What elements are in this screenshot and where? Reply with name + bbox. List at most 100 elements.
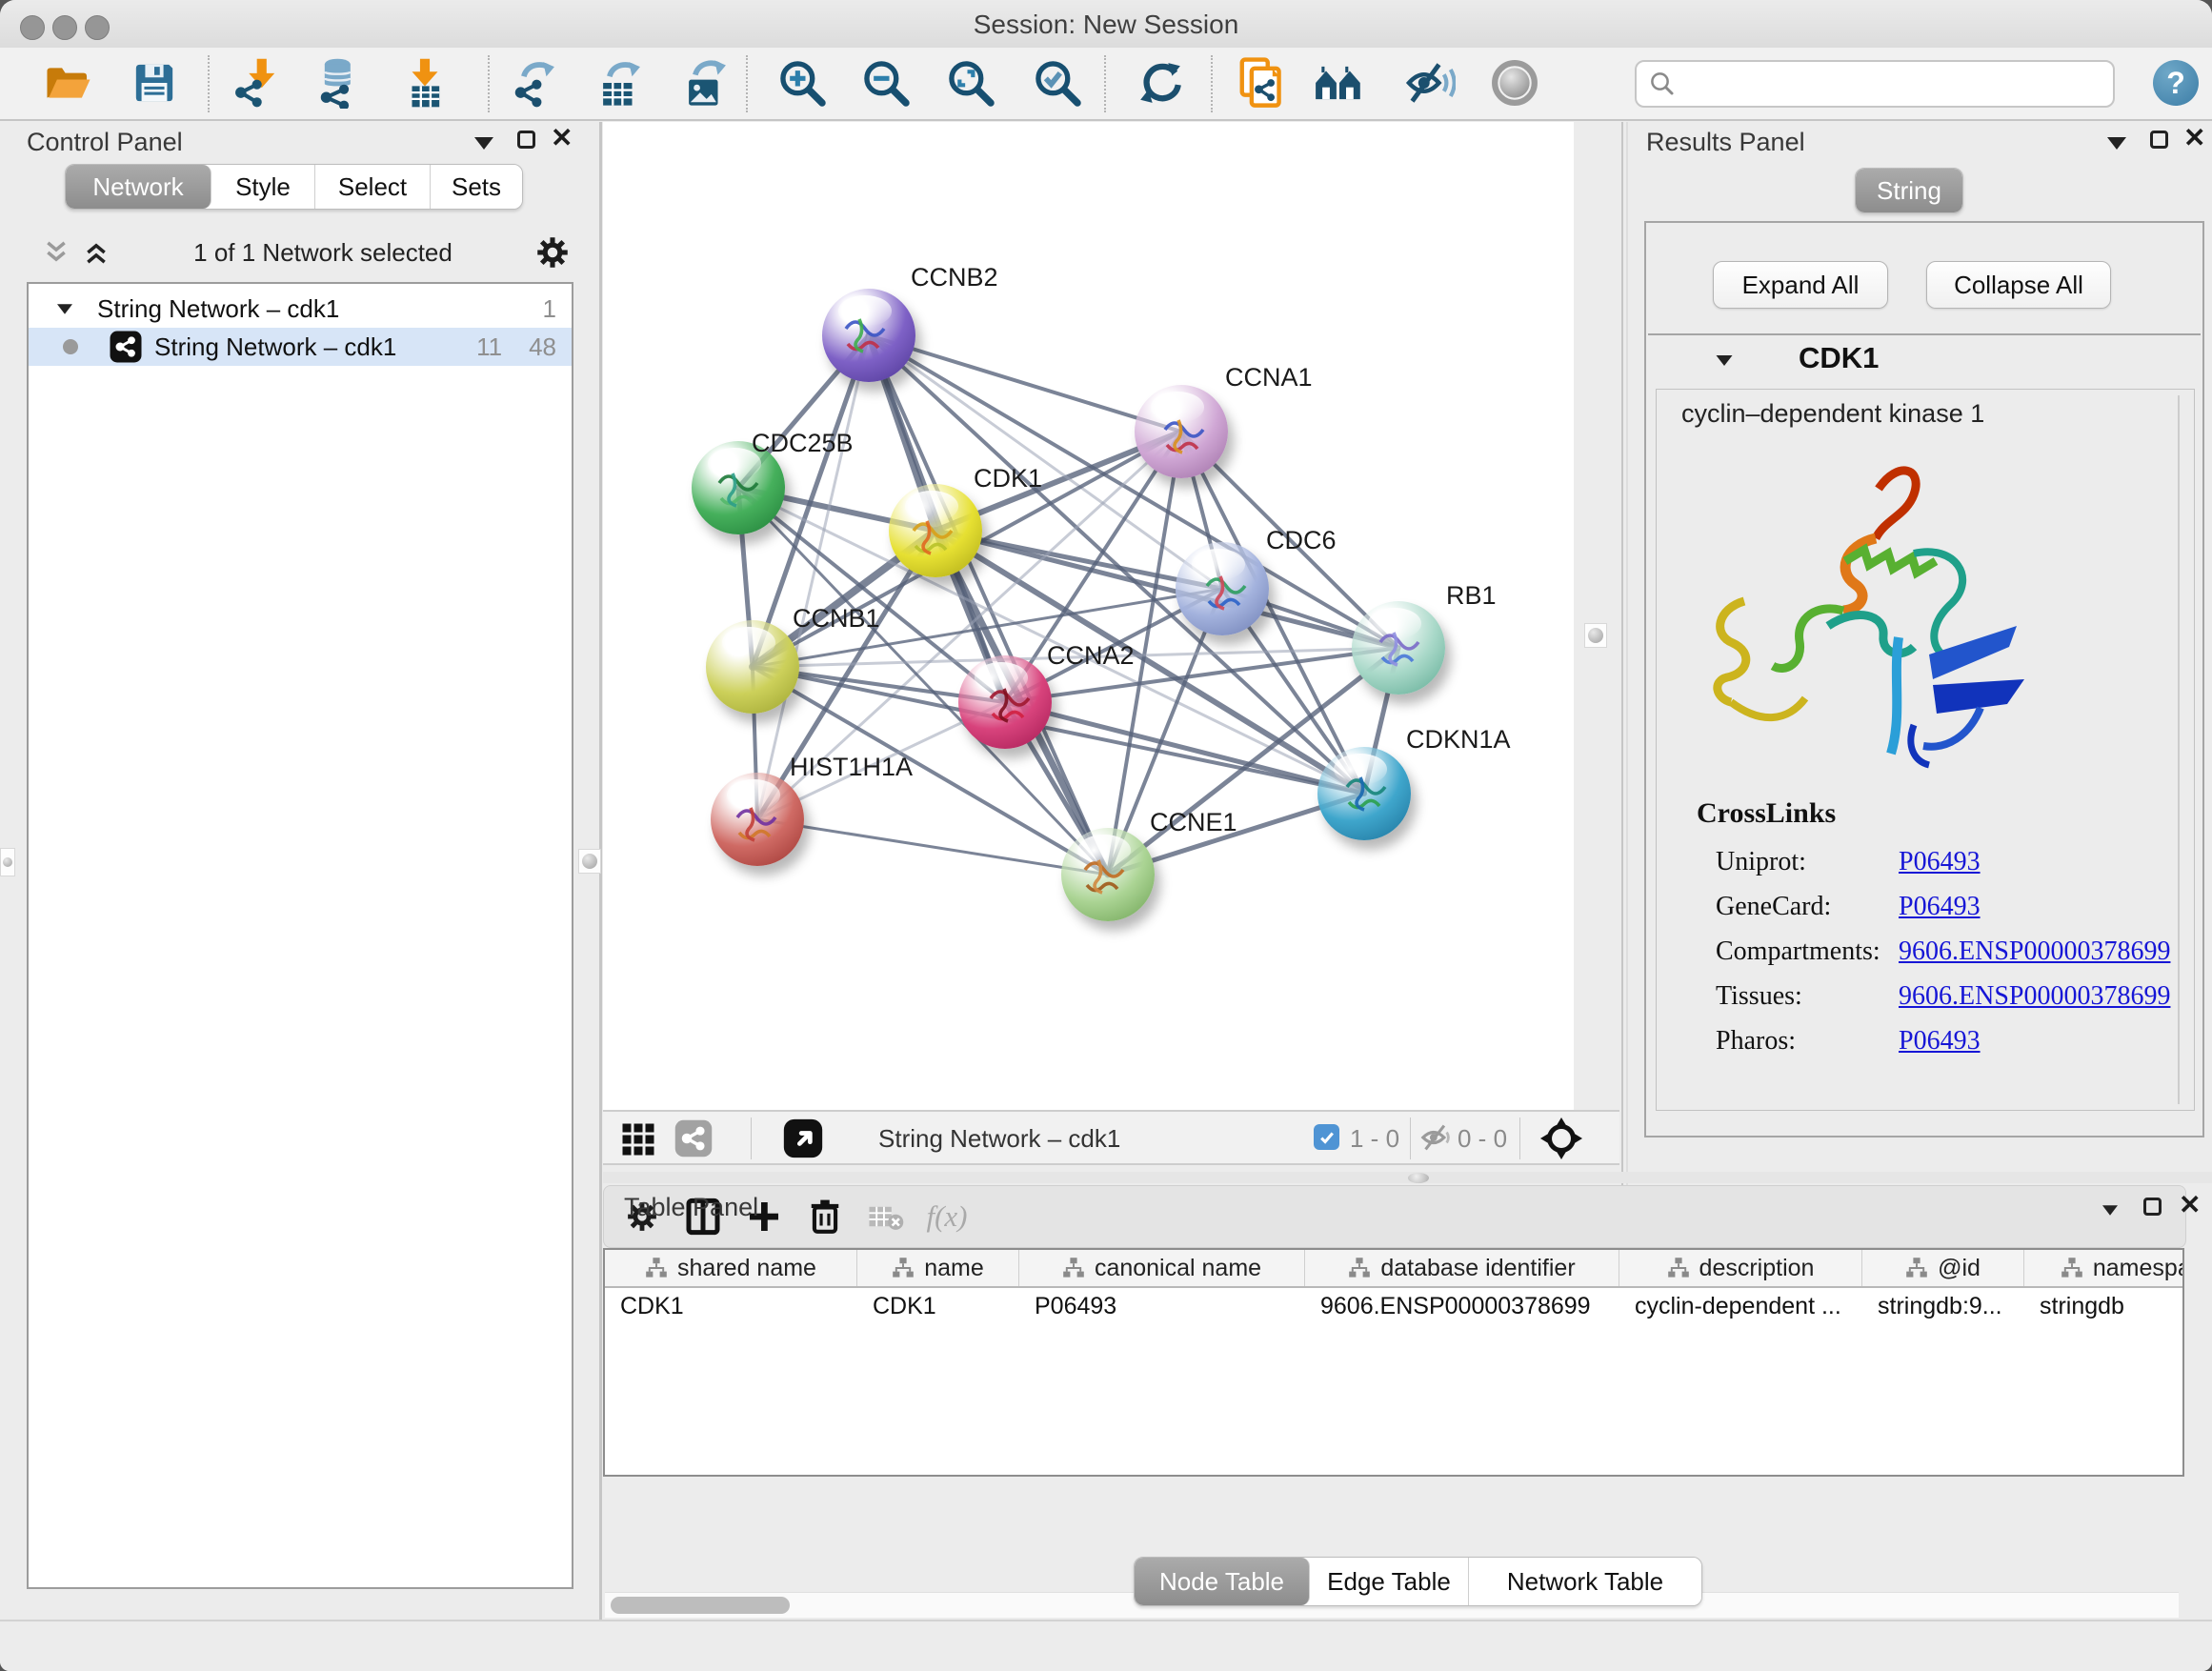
tab-node-table[interactable]: Node Table: [1135, 1558, 1310, 1605]
panel-close-icon[interactable]: ✕: [551, 128, 573, 149]
protein-structure-thumbnail: [711, 773, 804, 866]
node-label-CDKN1A: CDKN1A: [1406, 725, 1511, 755]
tree-expand-caret-icon[interactable]: [57, 304, 72, 313]
panel-menu-icon[interactable]: [2102, 1205, 2118, 1215]
network-node-CDC6[interactable]: [1176, 542, 1269, 635]
panel-float-icon[interactable]: [2143, 1198, 2162, 1216]
network-row-selected[interactable]: String Network – cdk1 11 48: [29, 328, 572, 366]
network-view-canvas[interactable]: CCNB2CCNA1CDC25BCDK1CDC6RB1CCNB1CCNA2CDK…: [603, 122, 1574, 1110]
hidden-eye-icon[interactable]: [1420, 1123, 1455, 1152]
table-panel-splitter-handle[interactable]: [1408, 1173, 1429, 1183]
apply-layout-icon[interactable]: [1134, 56, 1187, 110]
table-cell[interactable]: P06493: [1019, 1288, 1305, 1324]
zoom-selected-icon[interactable]: [1031, 56, 1084, 110]
crosslink-value-link[interactable]: 9606.ENSP00000378699: [1899, 981, 2170, 1012]
tab-style[interactable]: Style: [211, 165, 315, 209]
expand-all-icon[interactable]: [82, 240, 111, 265]
table-cell[interactable]: CDK1: [605, 1288, 857, 1324]
panel-float-icon[interactable]: [517, 131, 535, 149]
column-header-database-identifier[interactable]: database identifier: [1305, 1250, 1619, 1286]
tab-network-table[interactable]: Network Table: [1469, 1558, 1701, 1605]
node-label-CCNA1: CCNA1: [1225, 363, 1313, 393]
zoom-out-icon[interactable]: [859, 56, 913, 110]
column-header-@id[interactable]: @id: [1862, 1250, 2024, 1286]
export-image-icon[interactable]: [678, 56, 732, 110]
crosslink-value-link[interactable]: P06493: [1899, 847, 1981, 877]
search-input[interactable]: [1677, 69, 2113, 100]
network-node-CCNB1[interactable]: [706, 620, 799, 714]
section-collapse-caret-icon[interactable]: [1717, 355, 1733, 366]
network-node-CDKN1A[interactable]: [1317, 747, 1411, 840]
network-node-CDK1[interactable]: [889, 484, 982, 577]
hide-glasses-icon[interactable]: [1402, 56, 1456, 110]
export-table-icon[interactable]: [593, 56, 646, 110]
left-edge-splitter-handle[interactable]: [0, 848, 15, 876]
crosslink-value-link[interactable]: P06493: [1899, 892, 1981, 922]
results-panel-splitter-handle[interactable]: [1584, 623, 1607, 648]
zoom-fit-icon[interactable]: [944, 56, 997, 110]
collapse-all-button[interactable]: Collapse All: [1926, 261, 2111, 309]
network-node-CCNA1[interactable]: [1135, 385, 1228, 478]
table-cell[interactable]: CDK1: [857, 1288, 1019, 1324]
save-session-icon[interactable]: [128, 56, 181, 110]
panel-menu-icon[interactable]: [474, 137, 493, 150]
table-cell[interactable]: stringdb: [2024, 1288, 2184, 1324]
tab-sets[interactable]: Sets: [431, 165, 522, 209]
crosslink-value-link[interactable]: P06493: [1899, 1026, 1981, 1057]
network-options-gear-icon[interactable]: [535, 235, 570, 270]
homes-icon[interactable]: [1313, 56, 1366, 110]
network-node-HIST1H1A[interactable]: [711, 773, 804, 866]
export-network-icon[interactable]: [507, 56, 560, 110]
results-panel-splitter[interactable]: [1621, 122, 1623, 1185]
import-table-from-file-icon[interactable]: [398, 56, 452, 110]
delete-column-icon[interactable]: [794, 1190, 855, 1243]
help-icon[interactable]: ?: [2153, 60, 2199, 106]
crosslink-label: Uniprot:: [1716, 847, 1899, 877]
results-scrollbar[interactable]: [2178, 395, 2180, 1104]
network-node-CCNE1[interactable]: [1061, 828, 1155, 921]
column-header-description[interactable]: description: [1619, 1250, 1862, 1286]
panel-menu-icon[interactable]: [2107, 137, 2126, 150]
column-header-shared-name[interactable]: shared name: [605, 1250, 857, 1286]
table-cell[interactable]: stringdb:9...: [1862, 1288, 2024, 1324]
network-node-CCNA2[interactable]: [958, 655, 1052, 749]
clone-network-icon[interactable]: [1235, 56, 1288, 110]
network-collection-row[interactable]: String Network – cdk1 1: [29, 290, 572, 328]
column-header-canonical-name[interactable]: canonical name: [1019, 1250, 1305, 1286]
function-builder-icon[interactable]: f(x): [916, 1190, 977, 1243]
zoom-in-icon[interactable]: [775, 56, 829, 110]
search-bar[interactable]: [1635, 60, 2115, 108]
tab-select[interactable]: Select: [315, 165, 431, 209]
birds-eye-view-icon[interactable]: [782, 1117, 824, 1159]
network-edge[interactable]: [869, 335, 1108, 875]
toolbar-separator: [746, 55, 748, 112]
network-node-CCNB2[interactable]: [822, 289, 915, 382]
show-sphere-icon[interactable]: [1488, 56, 1541, 110]
fit-selected-crosshair-icon[interactable]: [1539, 1117, 1583, 1160]
control-panel-splitter-handle[interactable]: [578, 849, 601, 874]
network-edge[interactable]: [757, 819, 1108, 875]
table-row[interactable]: CDK1CDK1P064939606.ENSP00000378699cyclin…: [605, 1288, 2182, 1324]
table-cell[interactable]: cyclin-dependent ...: [1619, 1288, 1862, 1324]
network-view-mode-icon[interactable]: [674, 1118, 714, 1158]
column-header-namespace[interactable]: namespace: [2024, 1250, 2184, 1286]
selected-checkbox-icon[interactable]: [1314, 1124, 1339, 1150]
panel-float-icon[interactable]: [2150, 131, 2168, 149]
table-cell[interactable]: 9606.ENSP00000378699: [1305, 1288, 1619, 1324]
expand-all-button[interactable]: Expand All: [1713, 261, 1888, 309]
delete-table-icon[interactable]: [855, 1190, 916, 1243]
import-network-from-file-icon[interactable]: [229, 56, 282, 110]
tab-edge-table[interactable]: Edge Table: [1310, 1558, 1469, 1605]
collapse-all-icon[interactable]: [42, 240, 70, 265]
column-header-name[interactable]: name: [857, 1250, 1019, 1286]
import-network-from-database-icon[interactable]: [312, 56, 366, 110]
crosslink-value-link[interactable]: 9606.ENSP00000378699: [1899, 936, 2170, 967]
panel-close-icon[interactable]: ✕: [2183, 128, 2205, 149]
tab-network[interactable]: Network: [66, 165, 211, 209]
grid-view-icon[interactable]: [621, 1122, 655, 1157]
window-title: Session: New Session: [0, 10, 2212, 40]
open-session-icon[interactable]: [42, 56, 95, 110]
panel-close-icon[interactable]: ✕: [2179, 1195, 2201, 1216]
tab-string[interactable]: String: [1856, 169, 1962, 212]
network-node-RB1[interactable]: [1352, 601, 1445, 695]
